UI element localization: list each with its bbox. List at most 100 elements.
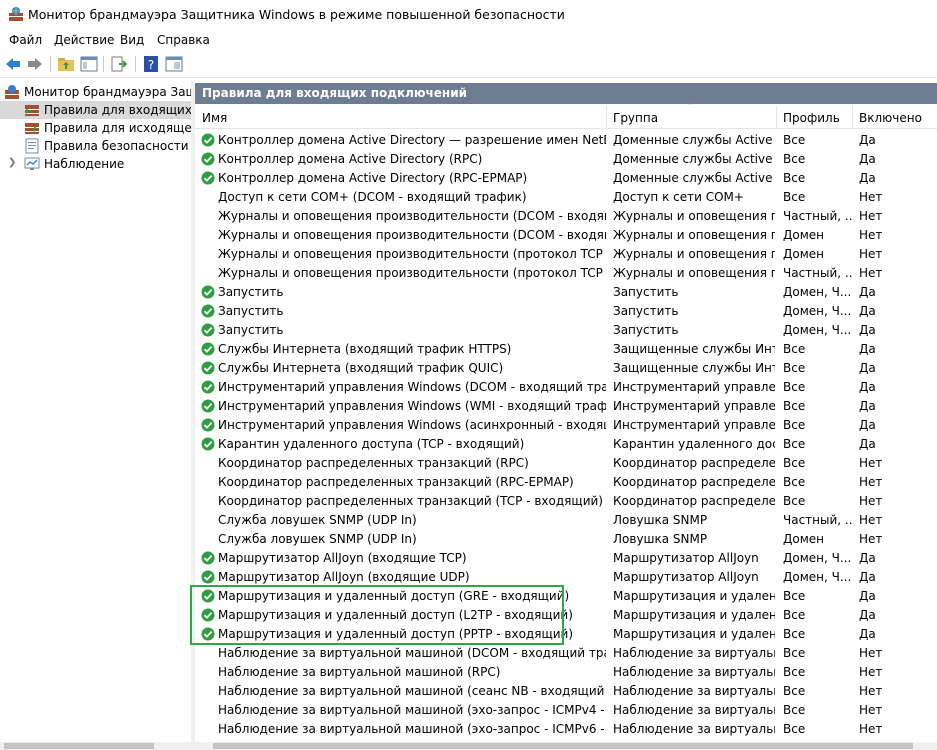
- properties-icon[interactable]: [165, 55, 183, 73]
- rule-row[interactable]: Контроллер домена Active Directory (RPC-…: [195, 169, 937, 188]
- rule-enabled: Да: [859, 171, 876, 185]
- rule-profile: Все: [783, 437, 806, 451]
- help-icon[interactable]: ?: [142, 55, 160, 73]
- scrollbar-thumb[interactable]: [213, 743, 913, 749]
- rule-group: Инструментарий управлен...: [613, 399, 775, 413]
- rule-row[interactable]: Журналы и оповещения производительности …: [195, 245, 937, 264]
- tree-item-root[interactable]: Монитор брандмауэра Защитника Windows: [0, 83, 191, 101]
- rule-row[interactable]: Координатор распределенных транзакций (T…: [195, 492, 937, 511]
- rule-name: Инструментарий управления Windows (WMI -…: [218, 399, 606, 413]
- rule-group: Маршрутизация и удален...: [613, 627, 775, 641]
- firewall-app-icon: [9, 7, 23, 21]
- rule-row[interactable]: Службы Интернета (входящий трафик HTTPS)…: [195, 340, 937, 359]
- enabled-check-icon: [201, 171, 215, 185]
- rule-row[interactable]: Координатор распределенных транзакций (R…: [195, 473, 937, 492]
- enabled-check-icon: [201, 399, 215, 413]
- rule-profile: Все: [783, 190, 806, 204]
- expand-chevron-icon[interactable]: ❯: [8, 157, 16, 168]
- scrollbar-thumb[interactable]: [4, 743, 154, 749]
- rule-row[interactable]: Журналы и оповещения производительности …: [195, 226, 937, 245]
- rule-row[interactable]: Инструментарий управления Windows (DCOM …: [195, 378, 937, 397]
- monitoring-icon: [24, 157, 40, 170]
- rule-name: Контроллер домена Active Directory (RPC): [218, 152, 483, 166]
- rule-group: Наблюдение за виртуальн...: [613, 684, 775, 698]
- rule-row[interactable]: Службы Интернета (входящий трафик QUIC) З…: [195, 359, 937, 378]
- rule-row[interactable]: Запустить Запустить Домен, Ч... Да: [195, 283, 937, 302]
- rule-row[interactable]: Инструментарий управления Windows (асинх…: [195, 416, 937, 435]
- rule-row[interactable]: Служба ловушек SNMP (UDP In) Ловушка SNMP…: [195, 511, 937, 530]
- rule-profile: Все: [783, 133, 806, 147]
- tree-item-outbound-rules[interactable]: Правила для исходящего подключения: [0, 119, 191, 137]
- rule-row[interactable]: Запустить Запустить Домен, Ч... Да: [195, 321, 937, 340]
- rules-horizontal-scrollbar[interactable]: [195, 742, 937, 750]
- enabled-check-icon: [201, 570, 215, 584]
- rule-row[interactable]: Координатор распределенных транзакций (R…: [195, 454, 937, 473]
- rule-row[interactable]: Карантин удаленного доступа (TCP - входя…: [195, 435, 937, 454]
- rule-profile: Все: [783, 665, 806, 679]
- menu-view[interactable]: Вид: [120, 33, 144, 47]
- column-header-profile[interactable]: Профиль: [776, 106, 853, 128]
- rule-profile: Все: [783, 608, 806, 622]
- rule-row[interactable]: Инструментарий управления Windows (WMI -…: [195, 397, 937, 416]
- tree-horizontal-scrollbar[interactable]: [0, 742, 191, 750]
- menu-action[interactable]: Действие: [54, 33, 114, 47]
- rule-row[interactable]: Наблюдение за виртуальной машиной (DCOM …: [195, 644, 937, 663]
- enabled-check-icon: [201, 551, 215, 565]
- rule-group: Наблюдение за виртуальн...: [613, 703, 775, 717]
- rule-enabled: Нет: [859, 475, 883, 489]
- enabled-check-icon: [201, 304, 215, 318]
- rule-profile: Все: [783, 475, 806, 489]
- rule-enabled: Да: [859, 342, 876, 356]
- rule-name: Службы Интернета (входящий трафик HTTPS): [218, 342, 512, 356]
- rule-profile: Все: [783, 627, 806, 641]
- rule-row[interactable]: Наблюдение за виртуальной машиной (сеанс…: [195, 682, 937, 701]
- column-header-enabled[interactable]: Включено: [852, 106, 937, 128]
- rule-row[interactable]: Маршрутизатор AllJoyn (входящие TCP) Марш…: [195, 549, 937, 568]
- rule-row[interactable]: Журналы и оповещения производительности …: [195, 264, 937, 283]
- inbound-rules-icon: [25, 105, 39, 116]
- rule-row[interactable]: Контроллер домена Active Directory — раз…: [195, 131, 937, 150]
- rule-row[interactable]: Наблюдение за виртуальной машиной (эхо-з…: [195, 720, 937, 739]
- rule-enabled: Нет: [859, 494, 883, 508]
- rule-profile: Все: [783, 722, 806, 736]
- svg-text:?: ?: [148, 58, 154, 72]
- rule-row[interactable]: Контроллер домена Active Directory (RPC)…: [195, 150, 937, 169]
- rule-enabled: Нет: [859, 532, 883, 546]
- column-header-name[interactable]: Имя: [195, 106, 607, 128]
- menu-file[interactable]: Файл: [9, 33, 42, 47]
- rule-enabled: Да: [859, 399, 876, 413]
- up-folder-icon[interactable]: [57, 55, 75, 73]
- rule-row[interactable]: Наблюдение за виртуальной машиной (эхо-з…: [195, 701, 937, 720]
- back-icon[interactable]: [4, 55, 22, 73]
- rule-profile: Все: [783, 703, 806, 717]
- menu-help[interactable]: Справка: [157, 33, 210, 47]
- rule-group: Маршрутизатор AllJoyn: [613, 570, 759, 584]
- rule-enabled: Да: [859, 608, 876, 622]
- column-header-label: Профиль: [783, 111, 840, 125]
- rule-profile: Домен, Ч...: [783, 304, 852, 318]
- forward-icon[interactable]: [26, 55, 44, 73]
- show-hide-tree-icon[interactable]: [80, 55, 98, 73]
- tree-item-connection-security[interactable]: Правила безопасности подключения: [0, 137, 191, 155]
- rule-name: Наблюдение за виртуальной машиной (эхо-з…: [218, 703, 606, 717]
- rule-row[interactable]: Наблюдение за виртуальной машиной (RPC) Н…: [195, 663, 937, 682]
- rule-row[interactable]: Служба ловушек SNMP (UDP In) Ловушка SNMP…: [195, 530, 937, 549]
- enabled-check-icon: [201, 418, 215, 432]
- rule-group: Инструментарий управлен...: [613, 418, 775, 432]
- rule-enabled: Нет: [859, 665, 883, 679]
- rule-row[interactable]: Журналы и оповещения производительности …: [195, 207, 937, 226]
- rule-name: Наблюдение за виртуальной машиной (сеанс…: [218, 684, 606, 698]
- rule-name: Запустить: [218, 285, 284, 299]
- rule-name: Координатор распределенных транзакций (R…: [218, 475, 574, 489]
- export-list-icon[interactable]: [110, 55, 128, 73]
- rule-row[interactable]: Доступ к сети COM+ (DCOM - входящий траф…: [195, 188, 937, 207]
- rule-row[interactable]: Запустить Запустить Домен, Ч... Да: [195, 302, 937, 321]
- tree-item-inbound-rules[interactable]: Правила для входящих подключений: [0, 101, 191, 119]
- rule-profile: Все: [783, 361, 806, 375]
- tree-item-label: Правила для исходящего подключения: [44, 121, 192, 135]
- rule-name: Инструментарий управления Windows (DCOM …: [218, 380, 606, 394]
- rule-group: Наблюдение за виртуальн...: [613, 665, 775, 679]
- column-header-label: Группа: [613, 111, 659, 125]
- menu-bar: Файл Действие Вид Справка: [0, 30, 937, 50]
- tree-item-monitoring[interactable]: ❯ Наблюдение: [0, 155, 191, 173]
